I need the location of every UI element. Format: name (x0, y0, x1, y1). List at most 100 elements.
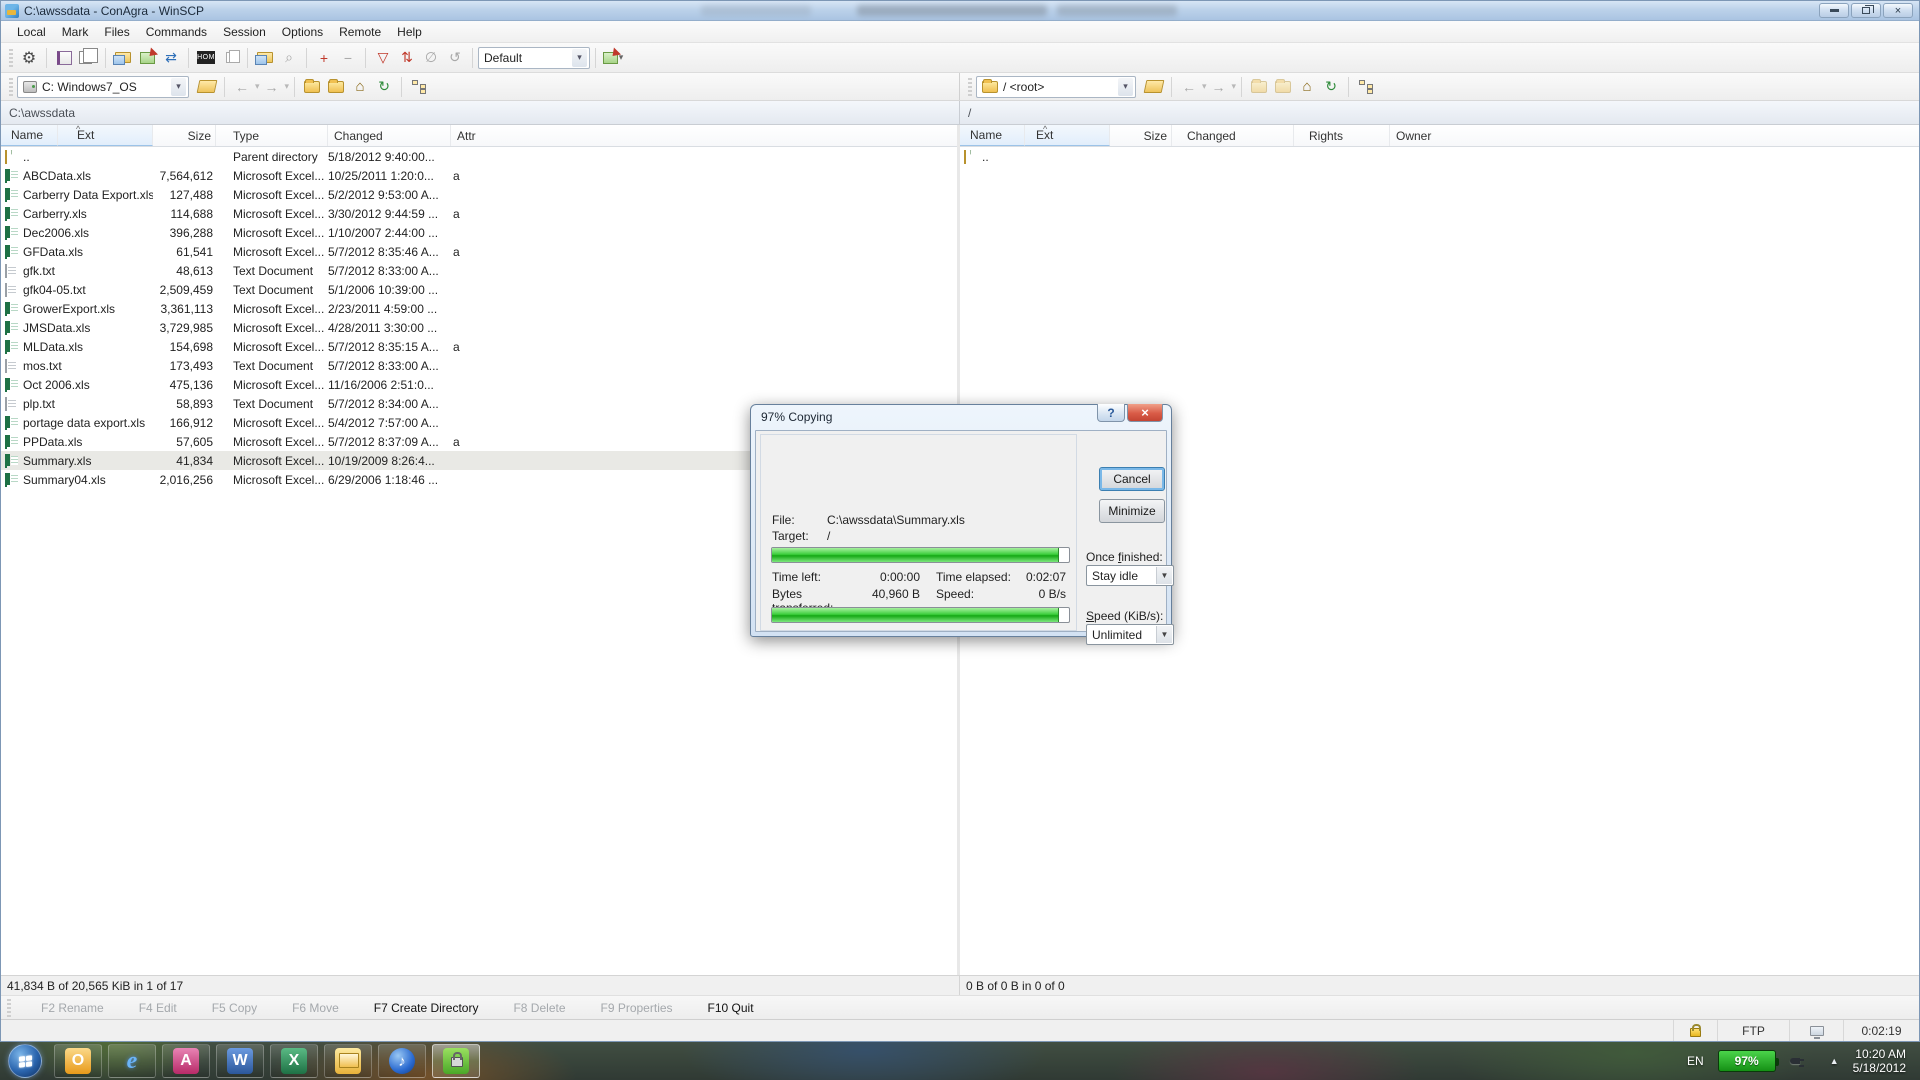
home-directory-icon[interactable]: ⌂ (348, 75, 372, 99)
function-key-button[interactable]: F10 Quit (691, 1001, 754, 1015)
transfer-queue-icon[interactable] (253, 46, 277, 70)
column-header-changed[interactable]: Changed (1172, 125, 1294, 146)
back-history-icon[interactable]: ▾ (1202, 81, 1207, 92)
column-header-ext[interactable]: ^Ext (1025, 125, 1110, 146)
file-row[interactable]: GrowerExport.xls 3,361,113 Microsoft Exc… (1, 299, 957, 318)
compare-directories-icon[interactable] (135, 46, 159, 70)
column-header-size[interactable]: Size (153, 125, 216, 146)
open-directory-icon[interactable] (1142, 75, 1166, 99)
title-bar[interactable]: C:\awssdata - ConAgra - WinSCP × (1, 1, 1919, 21)
tree-view-icon[interactable] (1354, 75, 1378, 99)
sort-icon[interactable]: ⇅ (395, 46, 419, 70)
dialog-close-button[interactable]: × (1127, 404, 1163, 422)
taskbar-app-outlook[interactable]: O (54, 1044, 102, 1078)
forward-history-icon[interactable]: ▾ (1232, 81, 1237, 92)
menu-item[interactable]: Commands (138, 23, 215, 41)
preferences-icon[interactable]: ⚙ (17, 46, 41, 70)
forward-icon[interactable]: → (260, 75, 284, 99)
file-row[interactable]: Dec2006.xls 396,288 Microsoft Excel... 1… (1, 223, 957, 242)
column-header-changed[interactable]: Changed (328, 125, 451, 146)
reset-layout-icon[interactable]: ↺ (443, 46, 467, 70)
taskbar-app-excel[interactable]: X (270, 1044, 318, 1078)
menu-item[interactable]: Options (274, 23, 331, 41)
battery-indicator[interactable]: 97% (1718, 1050, 1776, 1072)
file-row[interactable]: JMSData.xls 3,729,985 Microsoft Excel...… (1, 318, 957, 337)
function-key-button[interactable]: F4 Edit (122, 1001, 177, 1015)
encryption-status-cell[interactable] (1673, 1020, 1717, 1041)
file-row[interactable]: GFData.xls 61,541 Microsoft Excel... 5/7… (1, 242, 957, 261)
function-key-button[interactable]: F2 Rename (24, 1001, 104, 1015)
function-key-button[interactable]: F6 Move (275, 1001, 339, 1015)
column-header-name[interactable]: Name (960, 125, 1025, 146)
remote-drive-select[interactable]: / <root> ▾ (976, 76, 1136, 98)
function-key-button[interactable]: F5 Copy (195, 1001, 257, 1015)
file-row[interactable]: mos.txt 173,493 Text Document 5/7/2012 8… (1, 356, 957, 375)
back-history-icon[interactable]: ▾ (255, 81, 260, 92)
taskbar-app-internet-explorer[interactable]: e (108, 1044, 156, 1078)
toolbar-grip[interactable] (9, 78, 13, 96)
minimize-button[interactable] (1819, 3, 1849, 18)
refresh-icon[interactable]: ↻ (372, 75, 396, 99)
console-icon[interactable]: HOM (194, 46, 218, 70)
taskbar-clock[interactable]: 10:20 AM 5/18/2012 (1853, 1047, 1906, 1075)
file-row[interactable]: MLData.xls 154,698 Microsoft Excel... 5/… (1, 337, 957, 356)
restore-button[interactable] (1851, 3, 1881, 18)
local-path-bar[interactable]: C:\awssdata (1, 101, 960, 124)
duplicate-session-icon[interactable]: ▾ (76, 46, 100, 70)
file-row[interactable]: Carberry Data Export.xls 127,488 Microso… (1, 185, 957, 204)
function-key-button[interactable]: F7 Create Directory (357, 1001, 479, 1015)
session-preset-select[interactable]: Default ▾ (478, 47, 590, 69)
column-header-owner[interactable]: Owner (1390, 125, 1470, 146)
parent-directory-icon[interactable] (300, 75, 324, 99)
open-in-putty-icon[interactable] (218, 46, 242, 70)
protocol-cell[interactable]: FTP (1717, 1020, 1789, 1041)
remove-bookmark-icon[interactable]: − (336, 46, 360, 70)
refresh-icon[interactable]: ↻ (1319, 75, 1343, 99)
menu-item[interactable]: Local (9, 23, 54, 41)
taskbar-app-itunes[interactable]: ♪ (378, 1044, 426, 1078)
tray-expand-icon[interactable]: ▲ (1830, 1056, 1839, 1066)
root-directory-icon[interactable] (1271, 75, 1295, 99)
toolbar-grip[interactable] (968, 78, 972, 96)
file-row[interactable]: .. Parent directory 5/18/2012 9:40:00... (1, 147, 957, 166)
once-finished-select[interactable]: Stay idle ▼ (1086, 565, 1174, 586)
column-header-type[interactable]: Type (216, 125, 328, 146)
cancel-button[interactable]: Cancel (1099, 467, 1165, 491)
transfer-settings-icon[interactable]: ▾ (601, 46, 625, 70)
function-key-button[interactable]: F9 Properties (584, 1001, 673, 1015)
speed-limit-select[interactable]: Unlimited ▼ (1086, 624, 1174, 645)
root-directory-icon[interactable] (324, 75, 348, 99)
back-icon[interactable]: ← (230, 75, 254, 99)
menu-item[interactable]: Help (389, 23, 430, 41)
filter-icon[interactable]: ▽ (371, 46, 395, 70)
dialog-help-button[interactable]: ? (1097, 404, 1125, 422)
menu-item[interactable]: Remote (331, 23, 389, 41)
minimize-dialog-button[interactable]: Minimize (1099, 499, 1165, 523)
open-directory-icon[interactable] (195, 75, 219, 99)
file-row[interactable]: .. (960, 147, 1919, 166)
home-directory-icon[interactable]: ⌂ (1295, 75, 1319, 99)
synchronize-browsing-icon[interactable]: ⇄ (159, 46, 183, 70)
column-header-ext[interactable]: ^Ext (58, 125, 153, 146)
close-button[interactable]: × (1883, 3, 1913, 18)
menu-item[interactable]: Session (215, 23, 274, 41)
file-row[interactable]: Oct 2006.xls 475,136 Microsoft Excel... … (1, 375, 957, 394)
file-row[interactable]: gfk.txt 48,613 Text Document 5/7/2012 8:… (1, 261, 957, 280)
remote-path-bar[interactable]: / (960, 101, 1919, 124)
file-row[interactable]: ABCData.xls 7,564,612 Microsoft Excel...… (1, 166, 957, 185)
file-row[interactable]: gfk04-05.txt 2,509,459 Text Document 5/1… (1, 280, 957, 299)
start-button[interactable] (8, 1044, 42, 1078)
menu-item[interactable]: Mark (54, 23, 97, 41)
column-header-size[interactable]: Size (1110, 125, 1172, 146)
forward-icon[interactable]: → (1207, 75, 1231, 99)
column-header-rights[interactable]: Rights (1294, 125, 1390, 146)
toolbar-grip[interactable] (7, 999, 11, 1017)
taskbar-app-explorer[interactable] (324, 1044, 372, 1078)
find-files-icon[interactable]: ⌕ (277, 46, 301, 70)
synchronize-icon[interactable] (111, 46, 135, 70)
local-drive-select[interactable]: C: Windows7_OS ▾ (17, 76, 189, 98)
column-header-attr[interactable]: Attr (451, 125, 491, 146)
connection-cell[interactable] (1789, 1020, 1843, 1041)
show-hidden-files-icon[interactable]: ∅ (419, 46, 443, 70)
taskbar-app-word[interactable]: W (216, 1044, 264, 1078)
